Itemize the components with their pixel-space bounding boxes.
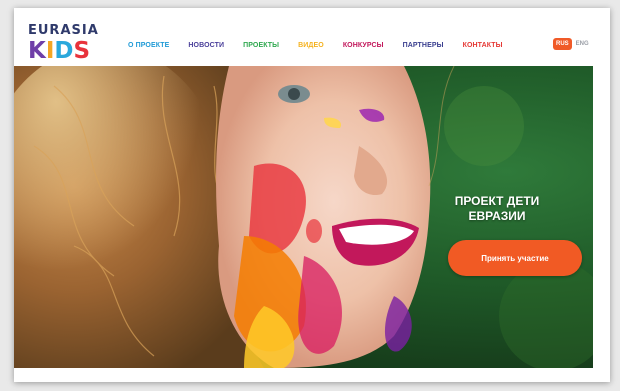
nav-item-news[interactable]: НОВОСТИ [188, 42, 224, 49]
logo-letter-i: I [45, 38, 55, 64]
logo-text-eurasia: EURASIA [28, 23, 99, 38]
site-logo[interactable]: EURASIA K I D S [28, 24, 98, 66]
logo-letter-k: K [28, 38, 46, 64]
language-switcher: RUS ENG [553, 38, 589, 50]
hero-banner: ПРОЕКТ ДЕТИ ЕВРАЗИИ Принять участие [14, 66, 593, 368]
logo-letter-d: D [54, 38, 74, 64]
hero-title: ПРОЕКТ ДЕТИ ЕВРАЗИИ [427, 194, 567, 224]
nav-item-partners[interactable]: ПАРТНЕРЫ [403, 42, 444, 49]
nav-item-contests[interactable]: КОНКУРСЫ [343, 42, 384, 49]
nav-item-projects[interactable]: ПРОЕКТЫ [243, 42, 279, 49]
lang-eng-button[interactable]: ENG [576, 41, 589, 47]
lang-rus-button[interactable]: RUS [553, 38, 572, 50]
main-nav: О ПРОЕКТЕ НОВОСТИ ПРОЕКТЫ ВИДЕО КОНКУРСЫ… [128, 42, 522, 49]
logo-text-kids: K I D S [28, 39, 90, 63]
hero-title-line1: ПРОЕКТ ДЕТИ [454, 194, 540, 208]
site-header: EURASIA K I D S О ПРОЕКТЕ НОВОСТИ ПРОЕКТ… [14, 8, 610, 74]
nav-item-about[interactable]: О ПРОЕКТЕ [128, 42, 169, 49]
participate-button[interactable]: Принять участие [448, 240, 582, 276]
nav-item-contacts[interactable]: КОНТАКТЫ [463, 42, 503, 49]
nav-item-video[interactable]: ВИДЕО [298, 42, 324, 49]
hero-title-line2: ЕВРАЗИИ [468, 209, 526, 223]
logo-letter-s: S [73, 38, 91, 64]
